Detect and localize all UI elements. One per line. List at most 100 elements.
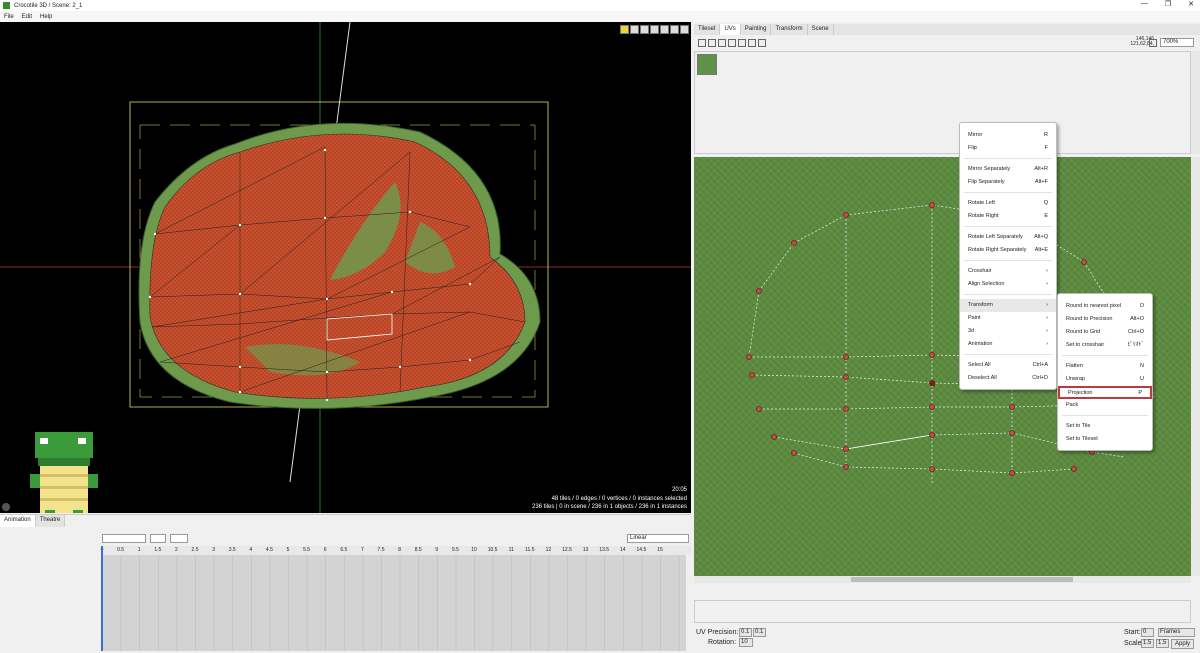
submenu-item-pack[interactable]: Pack xyxy=(1058,399,1152,412)
uv-scrollbar-v[interactable] xyxy=(1191,157,1200,576)
prev-icon[interactable] xyxy=(698,39,706,47)
restore-icon[interactable]: ❐ xyxy=(1165,0,1171,8)
menu-item-crosshair[interactable]: Crosshair › xyxy=(960,265,1056,278)
start-input[interactable]: 0 xyxy=(1141,628,1154,637)
scroll-thumb[interactable] xyxy=(851,577,1073,582)
camera-icon[interactable] xyxy=(630,25,639,34)
menu-item-rotate-left[interactable]: Rotate Left Q xyxy=(960,197,1056,210)
uv-precision-y-input[interactable]: 0.1 xyxy=(753,628,766,637)
grid-icon[interactable] xyxy=(620,25,629,34)
rotation-input[interactable]: 10 xyxy=(739,638,753,647)
animation-select[interactable] xyxy=(102,533,146,543)
tileset-scrollbar[interactable] xyxy=(1191,51,1200,154)
ruler-tick: 4 xyxy=(249,547,253,553)
interpolation-select[interactable]: Linear xyxy=(627,533,689,543)
transform-submenu: Round to nearest pixel O Round to Precisi… xyxy=(1057,293,1153,451)
tab-theatre[interactable]: Theatre xyxy=(35,515,66,527)
submenu-item-round-precision[interactable]: Round to Precision Alt+O xyxy=(1058,313,1152,326)
menu-item-mirror-separately[interactable]: Mirror Separately Alt+R xyxy=(960,163,1056,176)
menu-item-flip[interactable]: Flip F xyxy=(960,142,1056,155)
menu-item-label: Flatten xyxy=(1066,363,1083,369)
menu-item-label: Round to Precision xyxy=(1066,316,1113,322)
select-icon[interactable] xyxy=(748,39,756,47)
menu-item-align-selection[interactable]: Align Selection › xyxy=(960,278,1056,291)
tab-uvs[interactable]: UVs xyxy=(720,24,741,35)
submenu-item-round-grid[interactable]: Round to Grid Ctrl+O xyxy=(1058,326,1152,339)
grid-view-icon[interactable] xyxy=(1149,38,1157,47)
menu-item-animation[interactable]: Animation › xyxy=(960,338,1056,351)
menu-file[interactable]: File xyxy=(4,14,14,20)
submenu-item-set-to-tile[interactable]: Set to Tile xyxy=(1058,420,1152,433)
minimize-icon[interactable]: — xyxy=(1141,0,1148,8)
add-icon[interactable] xyxy=(758,39,766,47)
tab-animation[interactable]: Animation xyxy=(0,515,36,527)
ruler-tick: 14 xyxy=(620,547,626,553)
tab-painting[interactable]: Painting xyxy=(741,24,772,35)
menu-item-flip-separately[interactable]: Flip Separately Alt+F xyxy=(960,176,1056,189)
submenu-item-round-nearest-pixel[interactable]: Round to nearest pixel O xyxy=(1058,300,1152,313)
ruler-tick: 2 xyxy=(175,547,178,553)
tab-transform[interactable]: Transform xyxy=(771,24,808,35)
undo-icon[interactable] xyxy=(670,25,679,34)
uv-lower-panel xyxy=(694,600,1191,623)
scale-x-input[interactable]: 1.5 xyxy=(1141,639,1154,648)
menu-item-paint[interactable]: Paint › xyxy=(960,312,1056,325)
menu-item-mirror[interactable]: Mirror R xyxy=(960,129,1056,142)
next-icon[interactable] xyxy=(718,39,726,47)
timeline-playhead[interactable] xyxy=(101,546,103,651)
ruler-tick: 6.5 xyxy=(340,547,348,553)
submenu-item-unwrap[interactable]: Unwrap U xyxy=(1058,373,1152,386)
menu-item-label: 3d xyxy=(968,328,975,334)
timeline-track[interactable] xyxy=(102,555,686,651)
menu-item-deselect-all[interactable]: Deselect All Ctrl+D xyxy=(960,372,1056,385)
redo-icon[interactable] xyxy=(680,25,689,34)
keyframe-nav[interactable] xyxy=(170,533,188,543)
menu-item-shortcut: Alt+R xyxy=(1034,166,1048,172)
menu-item-3d[interactable]: 3d › xyxy=(960,325,1056,338)
submenu-item-set-crosshair[interactable]: Set to crosshair ﾋﾟﾘｵﾄﾞ xyxy=(1058,339,1152,352)
frame-icon[interactable] xyxy=(660,25,669,34)
submenu-item-set-to-tileset[interactable]: Set to Tileset xyxy=(1058,433,1152,446)
snap-icon[interactable] xyxy=(650,25,659,34)
menu-item-select-all[interactable]: Select All Ctrl+A xyxy=(960,359,1056,372)
menu-separator xyxy=(964,354,1052,355)
rotate-icon[interactable] xyxy=(728,39,736,47)
move-icon[interactable] xyxy=(640,25,649,34)
menu-item-shortcut: O xyxy=(1139,303,1144,309)
submenu-arrow-icon: › xyxy=(1046,268,1048,274)
menu-item-label: Flip Separately xyxy=(968,179,1005,185)
tile-thumbnail[interactable] xyxy=(697,54,717,75)
zoom-select[interactable]: 700% xyxy=(1160,38,1194,47)
submenu-item-projection[interactable]: Projection P xyxy=(1058,386,1152,399)
menu-help[interactable]: Help xyxy=(40,14,52,20)
apply-button[interactable]: Apply xyxy=(1171,639,1195,649)
menu-item-rotate-right[interactable]: Rotate Right E xyxy=(960,210,1056,223)
title-bar: Crocotile 3D / Scene: 2_1 — ❐ ✕ xyxy=(0,0,1200,11)
frames-select[interactable]: Frames xyxy=(1158,628,1195,637)
3d-viewport[interactable]: 20:05 48 tiles / 0 edges / 0 vertices / … xyxy=(0,22,691,513)
menu-item-transform[interactable]: Transform › xyxy=(960,299,1056,312)
close-icon[interactable]: ✕ xyxy=(1188,0,1194,8)
scale-y-input[interactable]: 1.5 xyxy=(1156,639,1169,648)
flip-icon[interactable] xyxy=(738,39,746,47)
submenu-item-flatten[interactable]: Flatten N xyxy=(1058,360,1152,373)
timeline-ruler[interactable]: 0 0.5 1 1.5 2 2.5 3 3.5 4 4.5 5 5.5 6 6.… xyxy=(101,546,691,555)
tab-scene[interactable]: Scene xyxy=(808,24,834,35)
menu-item-shortcut: Ctrl+D xyxy=(1032,375,1048,381)
menu-edit[interactable]: Edit xyxy=(22,14,32,20)
uv-scrollbar-h[interactable] xyxy=(694,576,1191,583)
grid-toggle-icon[interactable] xyxy=(708,39,716,47)
viewport-stats: 20:05 48 tiles / 0 edges / 0 vertices / … xyxy=(532,486,687,511)
tab-tileset[interactable]: Tileset xyxy=(694,24,721,35)
menu-item-label: Paint xyxy=(968,315,981,321)
ruler-tick: 11.5 xyxy=(525,547,535,553)
keyframe-mode-select[interactable] xyxy=(150,533,166,543)
menu-item-rotate-left-separately[interactable]: Rotate Left Separately Alt+Q xyxy=(960,231,1056,244)
menu-item-label: Select All xyxy=(968,362,991,368)
submenu-arrow-icon: › xyxy=(1046,315,1048,321)
menu-item-shortcut: Ctrl+O xyxy=(1127,329,1144,335)
uv-precision-x-input[interactable]: 0.1 xyxy=(739,628,752,637)
menu-item-label: Unwrap xyxy=(1066,376,1085,382)
menu-item-rotate-right-separately[interactable]: Rotate Right Separately Alt+E xyxy=(960,244,1056,257)
clock-label: 20:05 xyxy=(671,487,687,493)
